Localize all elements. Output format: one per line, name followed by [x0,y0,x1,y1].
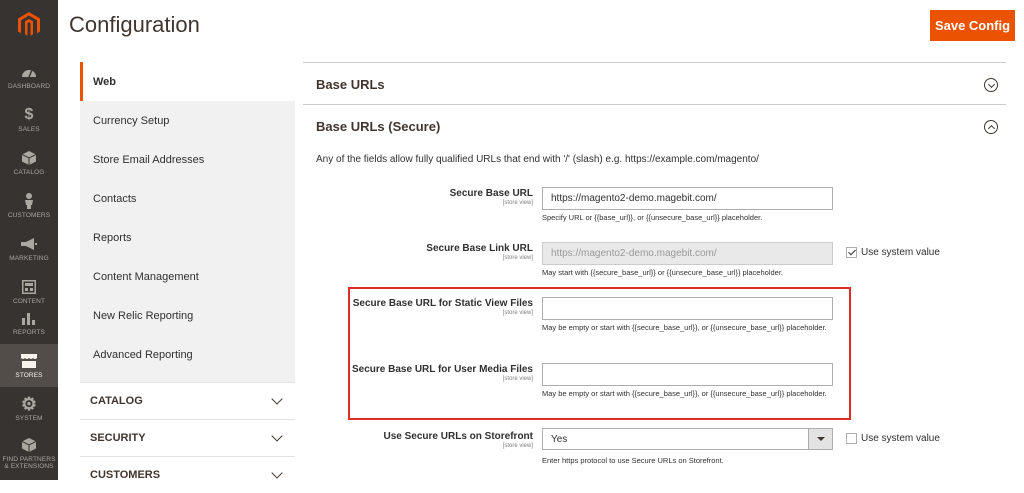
section-divider [303,62,1006,63]
gear-icon: ⚙ [20,393,38,414]
config-tabs: Web Currency Setup Store Email Addresses… [80,62,295,493]
scope-label: [store view] [502,443,533,449]
page-title: Configuration [69,12,200,37]
menu-sales-label: SALES [18,126,40,133]
tab-group-security-label: SECURITY [90,432,146,444]
chevron-down-icon [271,393,283,405]
storefront-icon [21,352,37,370]
menu-find-partners-label: FIND PARTNERS & EXTENSIONS [2,456,56,470]
megaphone-icon [21,235,37,253]
use-secure-urls-note: Enter https protocol to use Secure URLs … [542,456,724,465]
secure-base-link-url-input[interactable]: https://magento2-demo.magebit.com/ [542,242,833,265]
use-secure-urls-select[interactable]: Yes [542,428,833,450]
tab-contacts[interactable]: Contacts [80,179,295,218]
dropdown-arrow-icon[interactable] [808,429,832,449]
tab-group-customers-label: CUSTOMERS [90,469,161,481]
secure-base-url-label: Secure Base URL [449,188,533,199]
menu-dashboard[interactable]: DASHBOARD [0,55,58,98]
tab-group-customers[interactable]: CUSTOMERS [80,456,295,493]
bar-chart-icon [22,309,36,327]
use-system-value-checkbox[interactable]: Use system value [846,247,940,258]
tab-store-email-addresses[interactable]: Store Email Addresses [80,140,295,179]
tab-advanced-reporting[interactable]: Advanced Reporting [80,335,295,374]
use-secure-urls-value: Yes [551,433,568,445]
menu-system[interactable]: ⚙ SYSTEM [0,387,58,430]
highlight-box [348,287,851,420]
tab-web[interactable]: Web [80,62,295,101]
section-intro-text: Any of the fields allow fully qualified … [316,154,759,165]
tab-new-relic-reporting[interactable]: New Relic Reporting [80,296,295,335]
menu-catalog-label: CATALOG [13,169,45,176]
scope-label: [store view] [502,255,533,261]
menu-customers-label: CUSTOMERS [7,212,51,219]
menu-marketing[interactable]: MARKETING [0,227,58,270]
tab-group-security[interactable]: SECURITY [80,419,295,456]
menu-find-partners[interactable]: FIND PARTNERS & EXTENSIONS [0,430,58,476]
checkbox-unchecked[interactable] [846,433,857,444]
tab-group-catalog-label: CATALOG [90,395,143,407]
menu-system-label: SYSTEM [15,415,43,422]
cube-icon [22,149,36,167]
secure-base-url-input[interactable]: https://magento2-demo.magebit.com/ [542,187,833,210]
menu-dashboard-label: DASHBOARD [7,83,51,90]
dollar-icon: $ [24,106,34,123]
use-system-value-label: Use system value [861,247,940,258]
expand-toggle-icon[interactable] [984,78,998,92]
menu-reports-label: REPORTS [12,329,45,336]
use-secure-urls-label: Use Secure URLs on Storefront [383,431,533,442]
menu-catalog[interactable]: CATALOG [0,141,58,184]
tab-reports[interactable]: Reports [80,218,295,257]
tab-currency-setup[interactable]: Currency Setup [80,101,295,140]
menu-reports[interactable]: REPORTS [0,301,58,344]
tab-content-management[interactable]: Content Management [80,257,295,296]
tab-group-catalog[interactable]: CATALOG [80,382,295,419]
use-system-value-label: Use system value [861,433,940,444]
menu-marketing-label: MARKETING [9,255,49,262]
admin-menu: DASHBOARD $ SALES CATALOG CUSTOMERS MARK… [0,0,58,480]
section-base-urls[interactable]: Base URLs [316,77,385,92]
speedometer-icon [21,63,37,81]
person-icon [24,192,34,210]
menu-stores-label: STORES [15,372,43,379]
section-base-urls-secure[interactable]: Base URLs (Secure) [316,119,440,134]
section-divider [303,104,1006,105]
layout-icon [22,278,36,296]
save-config-button[interactable]: Save Config [930,10,1015,41]
menu-customers[interactable]: CUSTOMERS [0,184,58,227]
menu-stores[interactable]: STORES [0,344,58,387]
secure-base-link-url-note: May start with {{secure_base_url}} or {{… [542,268,783,277]
extensions-icon [22,436,36,454]
checkbox-checked[interactable] [846,247,857,258]
magento-logo[interactable] [0,0,58,50]
magento-logo-icon [18,12,40,36]
chevron-down-icon [271,430,283,442]
secure-base-link-url-label: Secure Base Link URL [426,243,533,254]
secure-base-url-note: Specify URL or {{base_url}}, or {{unsecu… [542,213,763,222]
chevron-down-icon [271,467,283,479]
use-system-value-checkbox[interactable]: Use system value [846,433,940,444]
menu-sales[interactable]: $ SALES [0,98,58,141]
collapse-toggle-icon[interactable] [984,120,998,134]
scope-label: [store view] [502,200,533,206]
